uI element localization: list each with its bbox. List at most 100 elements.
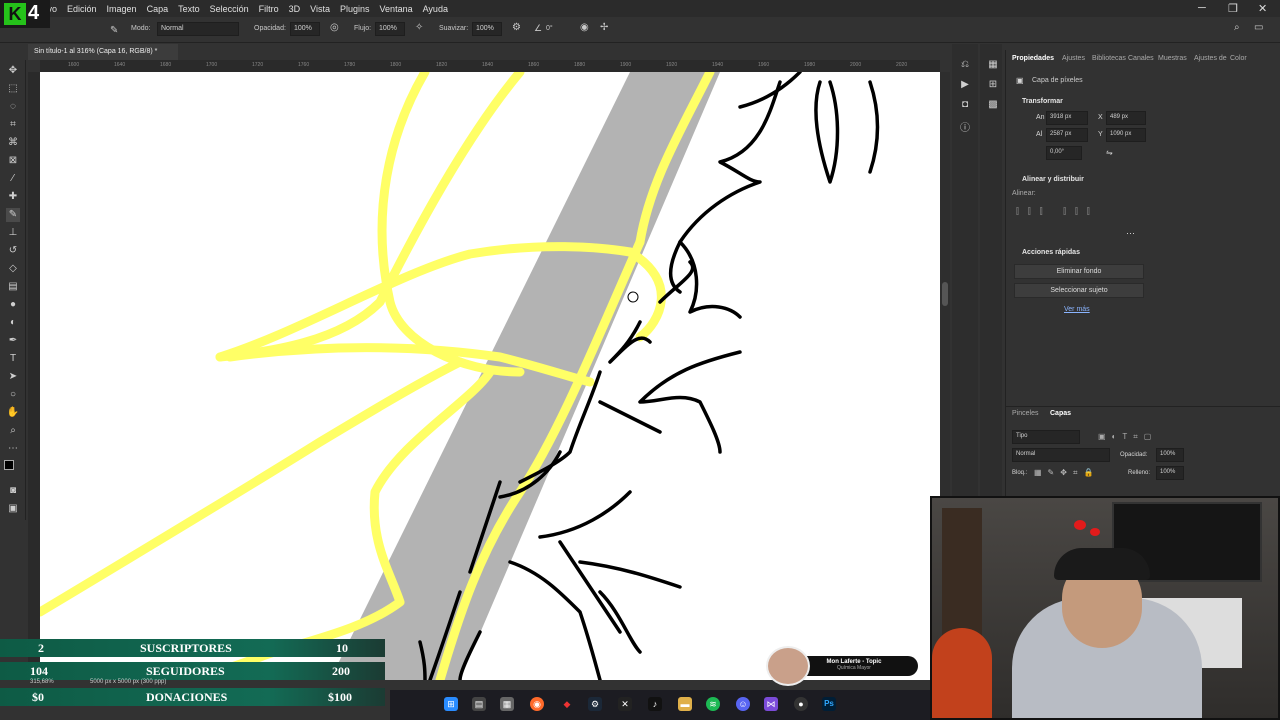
grid-panel-icon[interactable]: ⊞: [986, 78, 1000, 92]
type-tool-icon[interactable]: T: [6, 352, 20, 366]
discord-icon[interactable]: ☺: [736, 697, 750, 711]
opacity-field[interactable]: 100%: [290, 22, 320, 36]
blend-mode-select[interactable]: Normal: [1012, 448, 1110, 462]
photoshop-icon[interactable]: Ps: [822, 697, 836, 711]
menu-texto[interactable]: Texto: [173, 4, 205, 14]
restore-icon[interactable]: ❐: [1228, 2, 1238, 15]
menu-imagen[interactable]: Imagen: [102, 4, 142, 14]
more-options-icon[interactable]: ⋯: [1126, 228, 1135, 239]
clone-stamp-icon[interactable]: ⊥: [6, 226, 20, 240]
menu-ventana[interactable]: Ventana: [375, 4, 418, 14]
mode-select[interactable]: Normal: [157, 22, 239, 36]
x-field[interactable]: 489 px: [1106, 111, 1146, 125]
crop-tool-icon[interactable]: ⌘: [6, 136, 20, 150]
marquee-tool-icon[interactable]: ⬚: [6, 82, 20, 96]
tab-canales[interactable]: Canales: [1128, 55, 1154, 62]
menu-filtro[interactable]: Filtro: [254, 4, 284, 14]
flip-icon[interactable]: ⇋: [1106, 148, 1113, 157]
red-app-icon[interactable]: ◆: [560, 697, 574, 711]
more-tools-icon[interactable]: ⋯: [6, 442, 20, 456]
frame-tool-icon[interactable]: ⊠: [6, 154, 20, 168]
capcut-icon[interactable]: ✕: [618, 697, 632, 711]
brush-tool-icon[interactable]: ✎: [6, 208, 20, 222]
dodge-icon[interactable]: ◐: [6, 316, 20, 330]
tab-muestras[interactable]: Muestras: [1158, 55, 1187, 62]
lock-icons[interactable]: ▦✎✥⌗🔒: [1034, 468, 1099, 478]
calendar-icon[interactable]: ▦: [500, 697, 514, 711]
symmetry-icon[interactable]: ✢: [600, 22, 608, 33]
steam-icon[interactable]: ⚙: [588, 697, 602, 711]
info-panel-icon[interactable]: ⓘ: [958, 122, 972, 136]
menu-edicion[interactable]: Edición: [62, 4, 102, 14]
spotify-icon[interactable]: ≋: [706, 697, 720, 711]
move-tool-icon[interactable]: ✥: [6, 64, 20, 78]
file-explorer-icon[interactable]: ▤: [472, 697, 486, 711]
path-select-icon[interactable]: ➤: [6, 370, 20, 384]
swatches-icon[interactable]: ▦: [986, 58, 1000, 72]
select-subject-button[interactable]: Seleccionar sujeto: [1014, 283, 1144, 298]
fill-field[interactable]: 100%: [1156, 466, 1184, 480]
angle-field[interactable]: 0°: [546, 25, 553, 32]
windows-icon[interactable]: ⊞: [444, 697, 458, 711]
layer-opacity-field[interactable]: 100%: [1156, 448, 1184, 462]
object-select-icon[interactable]: ⌗: [6, 118, 20, 132]
align-buttons-icon[interactable]: ⫿⫿⫿ ⫿⫿⫿: [1016, 206, 1099, 217]
menu-capa[interactable]: Capa: [142, 4, 174, 14]
brush-preset-icon[interactable]: ✎: [110, 25, 118, 36]
menu-ayuda[interactable]: Ayuda: [418, 4, 453, 14]
close-icon[interactable]: ✕: [1258, 2, 1267, 15]
tab-ajustes[interactable]: Ajustes: [1062, 55, 1085, 62]
folder-icon[interactable]: ▬: [678, 697, 692, 711]
zoom-tool-icon[interactable]: ⌕: [6, 424, 20, 438]
tab-capas[interactable]: Capas: [1050, 410, 1071, 417]
flow-field[interactable]: 100%: [375, 22, 405, 36]
tiktok-icon[interactable]: ♪: [648, 697, 662, 711]
width-field[interactable]: 3918 px: [1046, 111, 1088, 125]
airbrush-icon[interactable]: ✧: [415, 22, 423, 33]
menu-vista[interactable]: Vista: [305, 4, 335, 14]
menu-3d[interactable]: 3D: [284, 4, 306, 14]
minimize-icon[interactable]: ─: [1198, 2, 1206, 14]
layer-filter-icons[interactable]: ▣◐T⌗▢: [1098, 432, 1157, 442]
remove-background-button[interactable]: Eliminar fondo: [1014, 264, 1144, 279]
pen-tool-icon[interactable]: ✒: [6, 334, 20, 348]
obs-icon[interactable]: ●: [794, 697, 808, 711]
history-brush-icon[interactable]: ↺: [6, 244, 20, 258]
tab-properties[interactable]: Propiedades: [1012, 55, 1054, 62]
search-icon[interactable]: ⌕: [1234, 22, 1240, 33]
eraser-icon[interactable]: ◇: [6, 262, 20, 276]
history-panel-icon[interactable]: ⎌: [958, 58, 972, 72]
pressure-size-icon[interactable]: ◉: [580, 22, 589, 33]
tab-color[interactable]: Color: [1230, 55, 1247, 62]
layer-filter-select[interactable]: Tipo: [1012, 430, 1080, 444]
pressure-opacity-icon[interactable]: ◎: [330, 22, 339, 33]
shape-tool-icon[interactable]: ○: [6, 388, 20, 402]
y-field[interactable]: 1090 px: [1106, 128, 1146, 142]
browser-icon[interactable]: ◉: [530, 697, 544, 711]
see-more-link[interactable]: Ver más: [1064, 306, 1090, 313]
workspace-icon[interactable]: ▭: [1254, 22, 1263, 33]
menu-plugins[interactable]: Plugins: [335, 4, 375, 14]
lasso-tool-icon[interactable]: ◌: [6, 100, 20, 114]
layers-comp-icon[interactable]: ▩: [986, 98, 1000, 112]
smoothing-field[interactable]: 100%: [472, 22, 502, 36]
scrollbar-thumb[interactable]: [942, 282, 948, 306]
eyedropper-icon[interactable]: ⁄: [6, 172, 20, 186]
document-tab[interactable]: Sin título-1 al 316% (Capa 16, RGB/8) *: [28, 44, 178, 60]
visual-studio-icon[interactable]: ⋈: [764, 697, 778, 711]
screen-mode-icon[interactable]: ▣: [6, 502, 20, 516]
menu-seleccion[interactable]: Selección: [205, 4, 254, 14]
blur-icon[interactable]: ●: [6, 298, 20, 312]
hand-tool-icon[interactable]: ✋: [6, 406, 20, 420]
gradient-icon[interactable]: ▤: [6, 280, 20, 294]
tab-pinceles[interactable]: Pinceles: [1012, 410, 1038, 417]
foreground-color-swatch[interactable]: [4, 460, 14, 470]
angle-field-panel[interactable]: 0,00°: [1046, 146, 1082, 160]
gear-icon[interactable]: ⚙: [512, 22, 521, 33]
quick-mask-icon[interactable]: ◙: [6, 484, 20, 498]
tab-bibliotecas[interactable]: Bibliotecas: [1092, 55, 1126, 62]
tab-ajustes-de[interactable]: Ajustes de: [1194, 55, 1227, 62]
height-field[interactable]: 2587 px: [1046, 128, 1088, 142]
comments-panel-icon[interactable]: ◘: [958, 98, 972, 112]
document-canvas[interactable]: [40, 72, 940, 680]
